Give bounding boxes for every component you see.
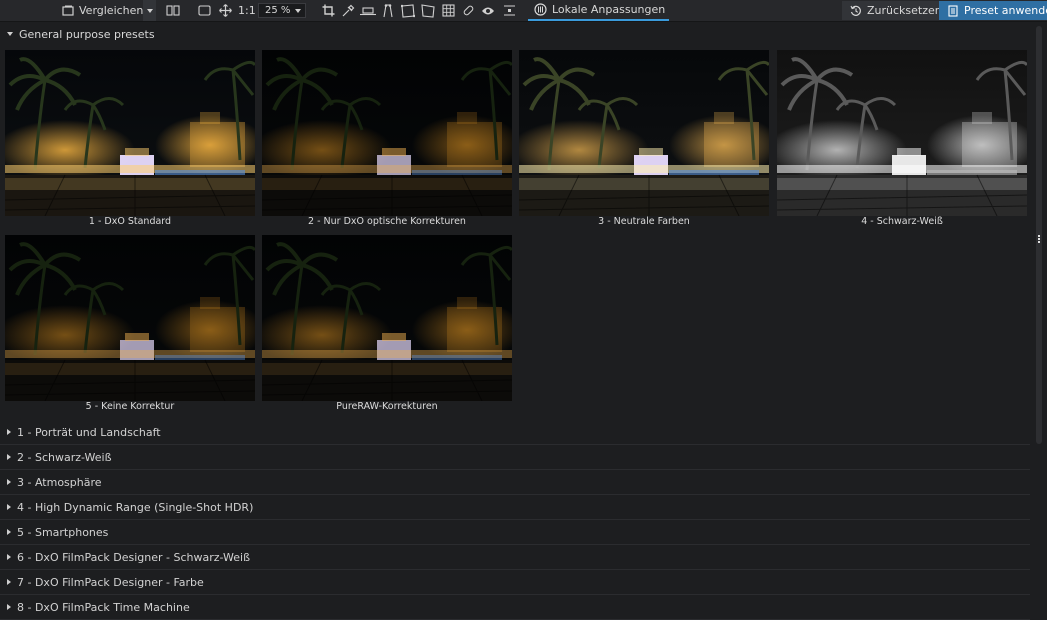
preset-category-row[interactable]: 8 - DxO FilmPack Time Machine — [0, 595, 1030, 620]
move-icon — [217, 3, 233, 19]
preset-label: PureRAW-Korrekturen — [336, 401, 438, 412]
fit-frame-icon — [196, 3, 212, 19]
document-icon — [945, 3, 961, 19]
grid-tool-button[interactable] — [440, 0, 456, 21]
preset-category-label: 2 - Schwarz-Weiß — [17, 450, 112, 464]
caret-right-icon — [7, 529, 11, 535]
preset-category-label: 3 - Atmosphäre — [17, 475, 102, 489]
preset-preview-image — [262, 235, 512, 401]
preset-thumbnail[interactable] — [777, 50, 1027, 216]
local-adjustments-label: Lokale Anpassungen — [552, 3, 666, 16]
history-icon — [848, 3, 864, 19]
apply-preset-label: Preset anwenden — [964, 4, 1047, 17]
caret-right-icon — [7, 504, 11, 510]
preset-category-row[interactable]: 5 - Smartphones — [0, 520, 1030, 545]
preset-category-row[interactable]: 4 - High Dynamic Range (Single-Shot HDR) — [0, 495, 1030, 520]
grid-icon — [440, 3, 456, 19]
preset-label: 1 - DxO Standard — [88, 216, 172, 227]
caret-right-icon — [7, 604, 11, 610]
compare-label: Vergleichen — [79, 4, 144, 17]
general-presets-header[interactable]: General purpose presets — [0, 25, 155, 43]
preset-category-row[interactable]: 3 - Atmosphäre — [0, 470, 1030, 495]
vertical-scrollbar[interactable] — [1034, 26, 1044, 611]
preset-thumbnail[interactable] — [262, 50, 512, 216]
preset-preview-image — [262, 50, 512, 216]
pan-tool-button[interactable] — [217, 0, 233, 21]
rectangle-deform-icon — [420, 3, 436, 19]
bandage-icon — [460, 3, 476, 19]
horizon-tool-button[interactable] — [360, 0, 376, 21]
apply-preset-button[interactable]: Preset anwenden — [939, 1, 1047, 20]
preset-category-row[interactable]: 6 - DxO FilmPack Designer - Schwarz-Weiß — [0, 545, 1030, 570]
split-view-icon — [165, 3, 181, 19]
caret-down-icon — [7, 32, 13, 36]
eyedropper-icon — [340, 3, 356, 19]
preset-preview-image — [5, 50, 255, 216]
perspective-icon — [380, 3, 396, 19]
caret-right-icon — [7, 479, 11, 485]
zoom-select[interactable]: 25 % — [258, 0, 306, 21]
preset-preview-image — [519, 50, 769, 216]
red-eye-tool-button[interactable] — [480, 0, 496, 21]
grip-icon — [1038, 235, 1041, 244]
preset-preview-image — [777, 50, 1027, 216]
preset-category-row[interactable]: 7 - DxO FilmPack Designer - Farbe — [0, 570, 1030, 595]
top-toolbar: Vergleichen 1:1 25 % Lokale Anpassungen … — [0, 0, 1047, 22]
ratio-one-to-one-button[interactable]: 1:1 — [238, 0, 256, 21]
preset-category-label: 8 - DxO FilmPack Time Machine — [17, 600, 190, 614]
preset-thumbnail[interactable] — [5, 50, 255, 216]
caret-right-icon — [7, 429, 11, 435]
preset-label: 2 - Nur DxO optische Korrekturen — [308, 216, 466, 227]
crop-tool-button[interactable] — [320, 0, 336, 21]
compare-dropdown[interactable] — [143, 0, 156, 21]
ratio-label: 1:1 — [238, 4, 256, 17]
split-view-button[interactable] — [165, 0, 181, 21]
fit-view-button[interactable] — [196, 0, 212, 21]
preset-thumbnail[interactable] — [5, 235, 255, 401]
reset-button[interactable]: Zurücksetzen — [842, 1, 948, 20]
chevron-down-icon — [146, 8, 153, 13]
chevron-down-icon — [295, 8, 301, 13]
preset-label: 5 - Keine Korrektur — [85, 401, 175, 412]
volume-deformation-icon — [400, 3, 416, 19]
preset-category-label: 1 - Porträt und Landschaft — [17, 425, 161, 439]
preset-preview-image — [5, 235, 255, 401]
preset-category-label: 4 - High Dynamic Range (Single-Shot HDR) — [17, 500, 254, 514]
preset-category-row[interactable]: 2 - Schwarz-Weiß — [0, 445, 1030, 470]
horizon-level-icon — [360, 3, 376, 19]
local-adjustments-icon — [532, 2, 548, 18]
reset-label: Zurücksetzen — [867, 4, 942, 17]
compare-icon — [60, 3, 76, 19]
preset-thumbnail[interactable] — [519, 50, 769, 216]
local-adjustments-tab[interactable]: Lokale Anpassungen — [528, 0, 670, 21]
preset-category-label: 7 - DxO FilmPack Designer - Farbe — [17, 575, 204, 589]
repair-tool-button[interactable] — [460, 0, 476, 21]
caret-right-icon — [7, 554, 11, 560]
watermark-tool-button[interactable] — [501, 0, 517, 21]
preset-category-row[interactable]: 1 - Porträt und Landschaft — [0, 420, 1030, 445]
preset-thumbnail[interactable] — [262, 235, 512, 401]
compare-button[interactable]: Vergleichen — [60, 0, 143, 21]
eye-icon — [480, 3, 496, 19]
caret-right-icon — [7, 579, 11, 585]
preset-label: 4 - Schwarz-Weiß — [861, 216, 943, 227]
zoom-box[interactable]: 25 % — [258, 3, 306, 18]
preset-label: 3 - Neutrale Farben — [598, 216, 690, 227]
watermark-icon — [501, 3, 517, 19]
rectangle-tool-button[interactable] — [420, 0, 436, 21]
zoom-value: 25 % — [265, 5, 291, 16]
crop-icon — [320, 3, 336, 19]
perspective-tool-button[interactable] — [380, 0, 396, 21]
caret-right-icon — [7, 454, 11, 460]
eyedropper-tool-button[interactable] — [340, 0, 356, 21]
preset-category-label: 6 - DxO FilmPack Designer - Schwarz-Weiß — [17, 550, 251, 564]
preset-category-label: 5 - Smartphones — [17, 525, 109, 539]
section-title: General purpose presets — [19, 27, 155, 41]
volume-deformation-button[interactable] — [400, 0, 416, 21]
